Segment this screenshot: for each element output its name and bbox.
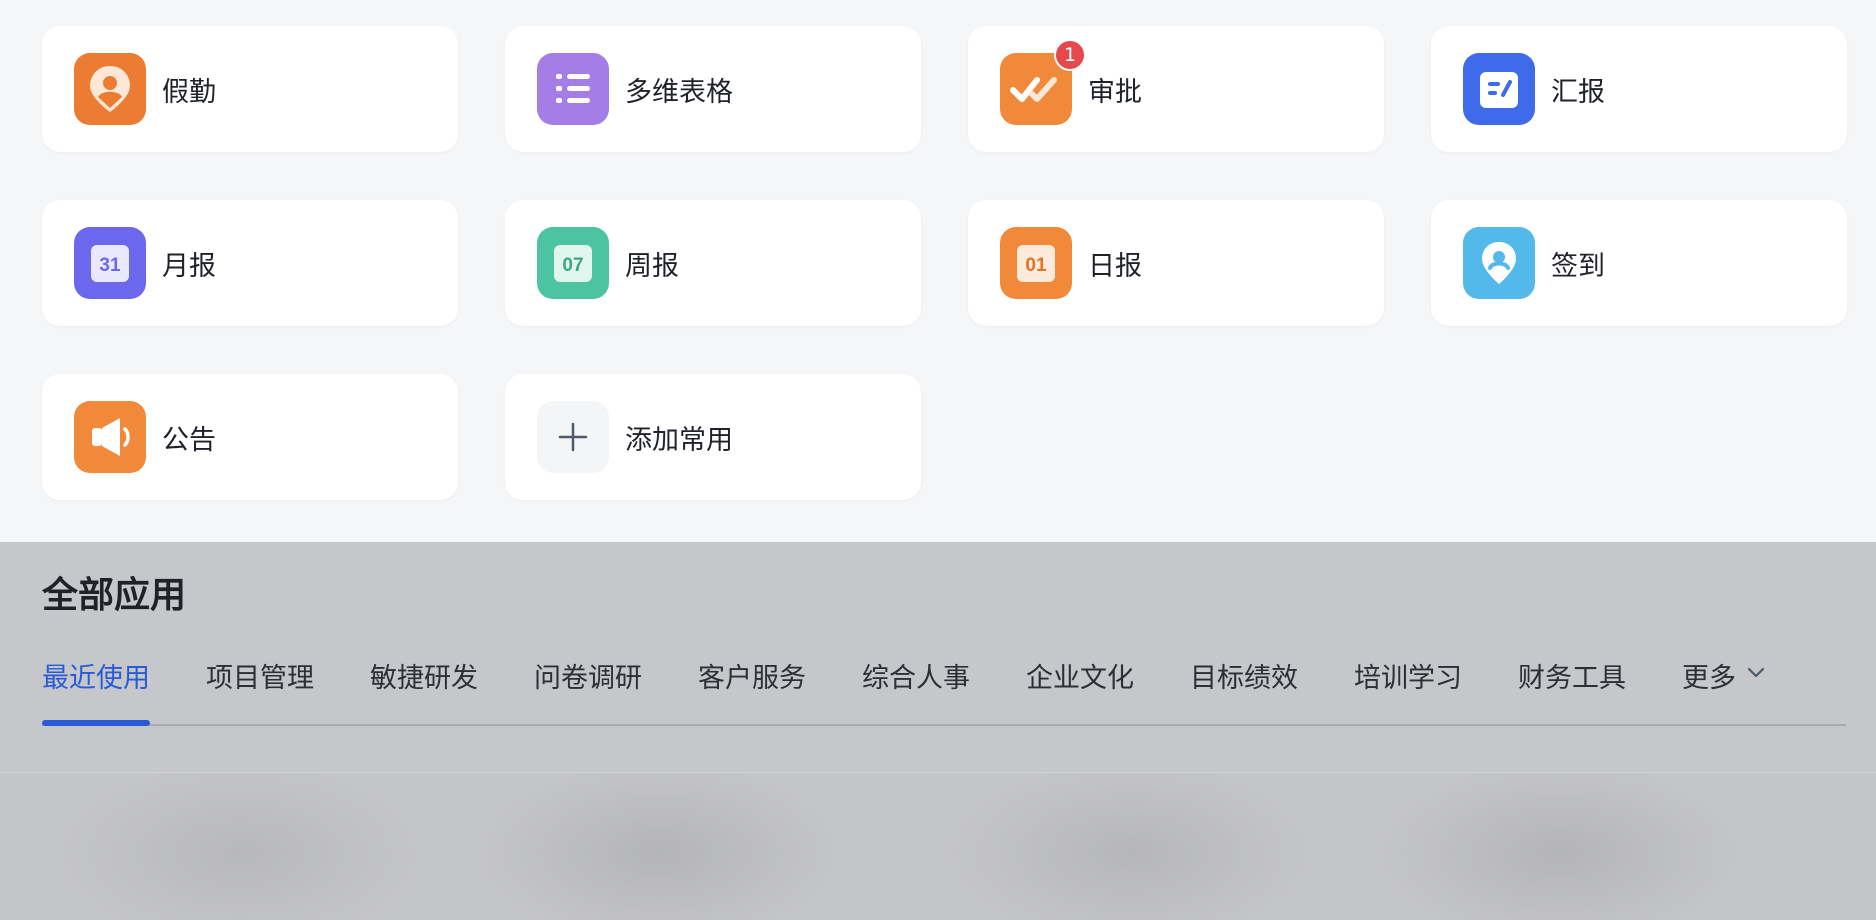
tab-finance[interactable]: 财务工具 — [1518, 650, 1626, 724]
app-card-attendance[interactable]: 假勤 — [42, 26, 458, 152]
calendar-31-icon: 31 — [74, 227, 146, 299]
tab-survey[interactable]: 问卷调研 — [534, 650, 642, 724]
app-label: 周报 — [625, 250, 679, 282]
notification-badge: 1 — [1054, 39, 1086, 71]
app-card-announcement[interactable]: 公告 — [42, 374, 458, 500]
checkin-pin-icon — [1463, 227, 1535, 299]
chevron-down-icon — [1747, 667, 1765, 678]
calendar-day-text: 31 — [99, 255, 121, 276]
calendar-day-text: 07 — [562, 255, 583, 276]
blurred-app-list — [0, 772, 1876, 920]
calendar-01-icon: 01 — [1000, 227, 1072, 299]
tab-hr[interactable]: 综合人事 — [862, 650, 970, 724]
app-card-report[interactable]: 汇报 — [1431, 26, 1847, 152]
app-label: 签到 — [1551, 250, 1605, 282]
app-card-checkin[interactable]: 签到 — [1431, 200, 1847, 326]
app-card-weekly-report[interactable]: 07 周报 — [505, 200, 921, 326]
app-label: 添加常用 — [625, 424, 733, 456]
category-tabs: 最近使用 项目管理 敏捷研发 问卷调研 客户服务 综合人事 企业文化 目标绩效 … — [42, 650, 1846, 726]
app-label: 假勤 — [162, 76, 216, 108]
calendar-day-text: 01 — [1025, 255, 1047, 276]
app-card-multidimensional-table[interactable]: 多维表格 — [505, 26, 921, 152]
calendar-07-icon: 07 — [537, 227, 609, 299]
tab-okr[interactable]: 目标绩效 — [1190, 650, 1298, 724]
app-label: 审批 — [1088, 76, 1142, 108]
tab-recent[interactable]: 最近使用 — [42, 650, 150, 726]
frequent-apps-section: 假勤 多维表格 1 审批 汇报 31 月报 07 周报 01 日报 签到 公告 … — [0, 0, 1876, 542]
app-card-approval[interactable]: 1 审批 — [968, 26, 1384, 152]
megaphone-icon — [74, 401, 146, 473]
list-icon — [537, 53, 609, 125]
tab-agile-dev[interactable]: 敏捷研发 — [370, 650, 478, 724]
app-label: 公告 — [162, 424, 216, 456]
tab-more[interactable]: 更多 — [1682, 650, 1768, 724]
app-card-daily-report[interactable]: 01 日报 — [968, 200, 1384, 326]
tab-training[interactable]: 培训学习 — [1354, 650, 1462, 724]
approval-check-icon: 1 — [1000, 39, 1086, 125]
app-label: 月报 — [162, 250, 216, 282]
app-label: 汇报 — [1551, 76, 1605, 108]
tab-culture[interactable]: 企业文化 — [1026, 650, 1134, 724]
more-label: 更多 — [1682, 663, 1736, 694]
app-label: 多维表格 — [625, 76, 733, 108]
tab-project-management[interactable]: 项目管理 — [206, 650, 314, 724]
section-title: 全部应用 — [42, 575, 187, 616]
app-label: 日报 — [1088, 250, 1142, 282]
app-card-monthly-report[interactable]: 31 月报 — [42, 200, 458, 326]
report-edit-icon — [1463, 53, 1535, 125]
tab-customer-service[interactable]: 客户服务 — [698, 650, 806, 724]
add-frequent-app-button[interactable]: 添加常用 — [505, 374, 921, 500]
attendance-pin-icon — [74, 53, 146, 125]
plus-icon — [537, 401, 609, 473]
